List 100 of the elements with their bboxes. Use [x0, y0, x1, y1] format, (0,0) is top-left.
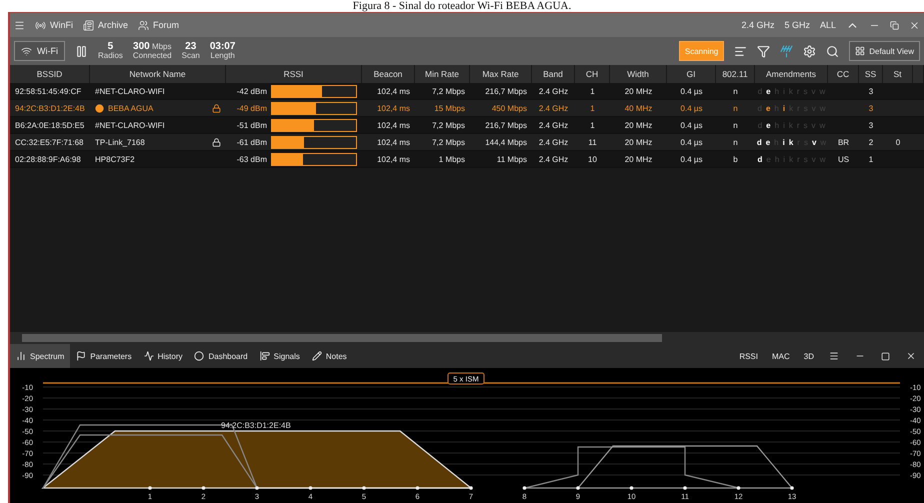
table-cell: 102,4 ms — [377, 138, 410, 146]
table-cell: 216,7 Mbps — [485, 86, 527, 96]
table-cell: 7,2 Mbps — [432, 120, 465, 130]
wifi-icon — [21, 46, 32, 56]
channel-dot — [308, 486, 312, 490]
close-icon[interactable] — [909, 20, 920, 30]
table-cell: 0.4 µs — [680, 104, 702, 112]
network-name: TP-Link_7168 — [95, 138, 145, 146]
table-cell: 3 — [868, 120, 874, 130]
table-cell: n — [733, 120, 738, 130]
stat-value: 300 Mbps — [133, 42, 172, 51]
settings-icon[interactable] — [803, 44, 816, 58]
panel-tab[interactable]: Spectrum — [10, 344, 70, 368]
rssi-value: -51 dBm — [236, 120, 267, 130]
panel-button[interactable]: 3D — [796, 352, 821, 360]
view-button[interactable]: Default View — [849, 41, 920, 61]
table-cell: BR — [838, 138, 850, 146]
radio-waves-icon — [35, 20, 46, 30]
filter-icon[interactable] — [757, 44, 770, 58]
menu-item[interactable]: Archive — [83, 20, 128, 30]
restore-icon[interactable] — [890, 20, 899, 30]
table-cell: n — [733, 104, 738, 112]
band-filter[interactable]: ALL — [820, 20, 836, 30]
table-cell: 11 — [588, 138, 597, 146]
table-cell: 10 — [588, 154, 597, 164]
table-cell: 144,4 Mbps — [485, 138, 527, 146]
channel-dot — [469, 486, 473, 490]
table-cell: 7,2 Mbps — [432, 138, 465, 146]
table-cell: 20 MHz — [624, 86, 652, 96]
table-cell: 102,4 ms — [377, 154, 410, 164]
panel-tab[interactable]: Notes — [306, 344, 353, 368]
table-cell: 20 MHz — [624, 120, 652, 130]
table-cell: 0.4 µs — [680, 154, 702, 164]
circle-icon — [194, 351, 204, 361]
table-cell: 102,4 ms — [377, 104, 410, 112]
list-icon[interactable] — [734, 44, 748, 58]
table-cell: 92:58:51:45:49:CF — [15, 86, 82, 96]
menu-item[interactable]: WinFi — [35, 20, 73, 30]
network-name: HP8C73F2 — [95, 154, 135, 164]
menu-icon[interactable] — [14, 20, 25, 30]
table-cell: 7,2 Mbps — [432, 86, 465, 96]
table-cell: b — [733, 154, 738, 164]
channel-dot — [630, 486, 634, 490]
table-cell: 1 — [590, 120, 595, 130]
table-cell: 02:28:88:9F:A6:98 — [15, 154, 81, 164]
bar-chart-icon — [16, 351, 26, 361]
table-cell: 0.4 µs — [680, 120, 702, 130]
trace-label: 94:2C:B3:D1:2E:4B — [221, 421, 291, 430]
table-cell: 15 Mbps — [434, 104, 465, 112]
channel-dot — [790, 486, 794, 490]
band-filter[interactable]: 5 GHz — [784, 20, 810, 30]
panel-tab[interactable]: Parameters — [70, 344, 138, 368]
table-cell: n — [733, 138, 738, 146]
table-cell: 216,7 Mbps — [485, 120, 527, 130]
channel-dot — [683, 486, 687, 490]
panel-tab[interactable]: Dashboard — [188, 344, 254, 368]
pencil-icon — [312, 351, 322, 361]
table-cell: B6:2A:0E:18:5D:E5 — [15, 120, 84, 130]
table-cell: 102,4 ms — [377, 86, 410, 96]
people-icon — [138, 20, 150, 30]
search-icon[interactable] — [826, 44, 840, 58]
table-cell: 2.4 GHz — [538, 104, 568, 112]
panel-tab[interactable]: History — [138, 344, 188, 368]
table-cell: 2 — [868, 138, 874, 146]
table-cell: US — [838, 154, 850, 164]
table-cell: 0.4 µs — [680, 86, 702, 96]
table-cell: 0.4 µs — [680, 138, 702, 146]
table-cell: 1 — [868, 154, 874, 164]
stat-label: Radios — [98, 51, 123, 60]
bars-icon — [260, 351, 270, 361]
antenna-icon[interactable] — [780, 44, 794, 58]
channel-dot — [255, 486, 259, 490]
newspaper-icon — [83, 20, 94, 30]
table-cell: 40 MHz — [624, 104, 652, 112]
table-cell: 3 — [868, 86, 874, 96]
figure-caption: Figura 8 - Sinal do roteador Wi-Fi BEBA AGUA. — [352, 0, 572, 12]
horizontal-scrollbar[interactable] — [10, 332, 924, 344]
band-filter[interactable]: 2.4 GHz — [741, 20, 774, 30]
table-cell: 1 — [590, 104, 595, 112]
panel-tab[interactable]: Signals — [254, 344, 306, 368]
table-cell: 1 — [590, 86, 595, 96]
pause-icon[interactable] — [75, 44, 88, 58]
network-name: #NET-CLARO-WIFI — [95, 86, 165, 96]
grid-icon — [855, 46, 866, 56]
channel-dot — [576, 486, 580, 490]
flag-icon — [76, 351, 86, 361]
rssi-value: -61 dBm — [236, 138, 267, 146]
table-cell: 11 Mbps — [496, 154, 527, 164]
table-cell: 1 Mbps — [438, 154, 465, 164]
wifi-button[interactable]: Wi-Fi — [14, 41, 65, 61]
menu-item[interactable]: Forum — [138, 20, 180, 30]
table-cell: 2.4 GHz — [538, 154, 568, 164]
table-cell: CC:32:E5:7F:71:68 — [15, 138, 84, 146]
table-cell: 3 — [868, 104, 874, 112]
panel-button[interactable]: MAC — [764, 352, 797, 360]
panel-button[interactable]: RSSI — [732, 352, 765, 360]
table-cell: n — [733, 86, 738, 96]
table-cell: 450 Mbps — [492, 104, 527, 112]
stat-value: 23 — [185, 42, 196, 51]
channel-dot — [202, 486, 206, 490]
